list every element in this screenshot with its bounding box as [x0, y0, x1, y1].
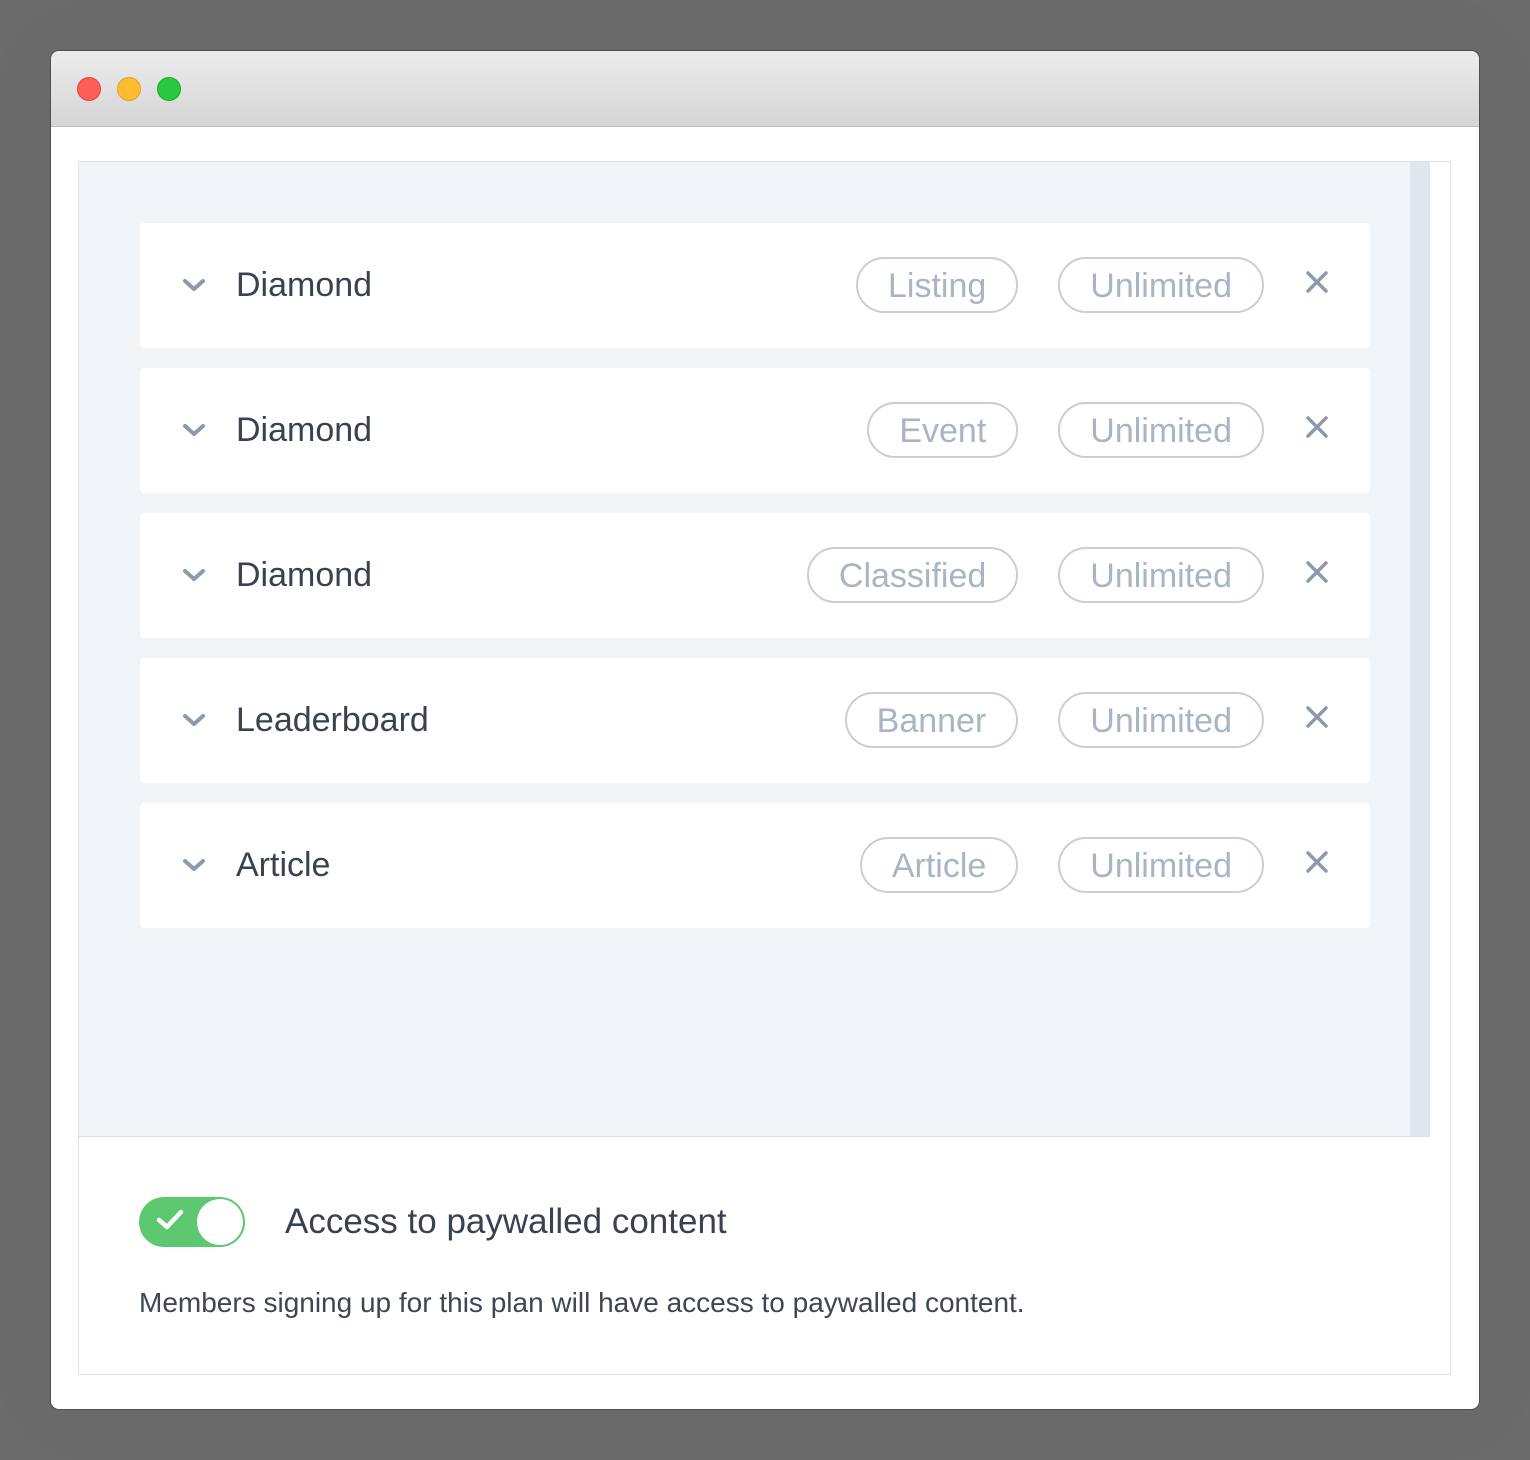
plan-item-tags: Article Unlimited [859, 837, 1264, 893]
window-close-button[interactable] [77, 77, 101, 101]
plan-item-title: Leaderboard [236, 701, 429, 739]
plan-item-quantity-pill: Unlimited [1058, 547, 1264, 603]
window-titlebar [51, 51, 1479, 127]
plan-item-title: Diamond [236, 266, 373, 304]
plan-item-title: Diamond [236, 411, 373, 449]
plan-item-type-pill: Classified [806, 547, 1019, 603]
plan-item-row: Diamond Classified Unlimited [140, 513, 1370, 638]
plan-item-tags: Event Unlimited [867, 402, 1264, 458]
chevron-down-icon[interactable] [180, 708, 208, 732]
window-zoom-button[interactable] [157, 77, 181, 101]
plan-items-list: Diamond Listing Unlimited Diamond Event … [79, 162, 1430, 1137]
plan-content-panel: Diamond Listing Unlimited Diamond Event … [78, 161, 1451, 1375]
close-icon[interactable] [1304, 704, 1330, 730]
close-icon[interactable] [1304, 269, 1330, 295]
chevron-down-icon[interactable] [180, 853, 208, 877]
plan-item-type-pill: Event [867, 402, 1019, 458]
list-scrollbar[interactable] [1410, 162, 1430, 1136]
plan-item-row: Diamond Listing Unlimited [140, 223, 1370, 348]
chevron-down-icon[interactable] [180, 418, 208, 442]
plan-item-tags: Banner Unlimited [844, 692, 1264, 748]
plan-item-tags: Classified Unlimited [806, 547, 1264, 603]
plan-item-type-pill: Banner [844, 692, 1019, 748]
chevron-down-icon[interactable] [180, 563, 208, 587]
plan-item-quantity-pill: Unlimited [1058, 402, 1264, 458]
plan-item-row: Leaderboard Banner Unlimited [140, 658, 1370, 783]
window-minimize-button[interactable] [117, 77, 141, 101]
paywall-access-label: Access to paywalled content [285, 1202, 727, 1241]
close-icon[interactable] [1304, 559, 1330, 585]
paywall-access-toggle[interactable] [139, 1197, 245, 1247]
close-icon[interactable] [1304, 414, 1330, 440]
paywall-section: Access to paywalled content Members sign… [79, 1137, 1450, 1374]
plan-item-quantity-pill: Unlimited [1058, 692, 1264, 748]
plan-item-title: Article [236, 846, 331, 884]
paywall-description: Members signing up for this plan will ha… [139, 1287, 1025, 1318]
plan-item-quantity-pill: Unlimited [1058, 837, 1264, 893]
close-icon[interactable] [1304, 849, 1330, 875]
plan-item-row: Diamond Event Unlimited [140, 368, 1370, 493]
toggle-knob [197, 1199, 243, 1245]
plan-item-quantity-pill: Unlimited [1058, 257, 1264, 313]
plan-items-rows: Diamond Listing Unlimited Diamond Event … [140, 223, 1370, 948]
plan-item-row: Article Article Unlimited [140, 803, 1370, 928]
chevron-down-icon[interactable] [180, 273, 208, 297]
plan-item-type-pill: Article [859, 837, 1019, 893]
plan-item-type-pill: Listing [856, 257, 1019, 313]
plan-item-title: Diamond [236, 556, 373, 594]
check-icon [156, 1209, 184, 1230]
app-window: Diamond Listing Unlimited Diamond Event … [51, 51, 1479, 1409]
plan-item-tags: Listing Unlimited [856, 257, 1264, 313]
